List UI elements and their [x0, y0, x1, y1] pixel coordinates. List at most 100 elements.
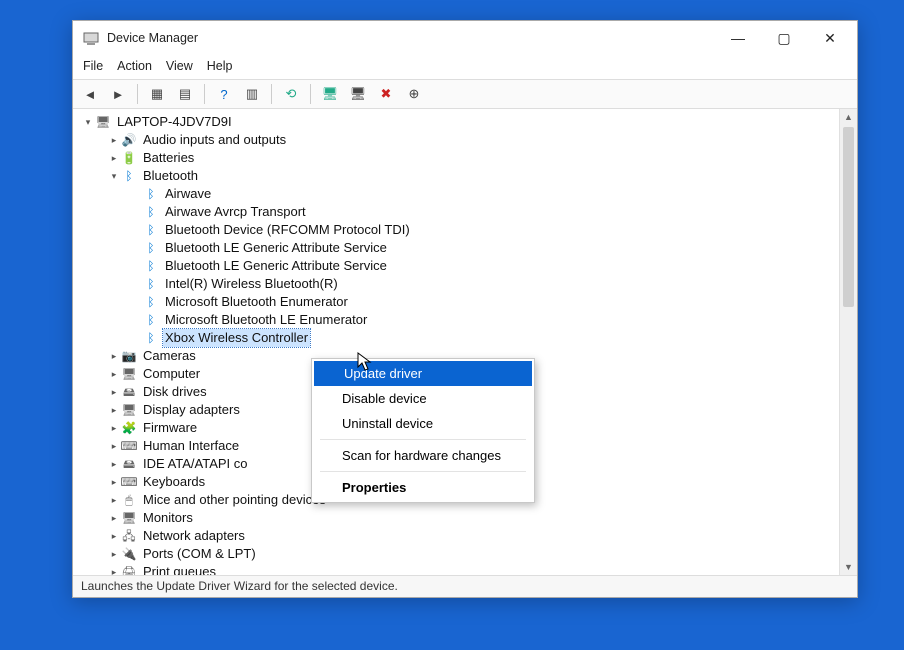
- tree-item-label: Airwave: [163, 185, 213, 203]
- expander-icon[interactable]: ▸: [107, 419, 121, 437]
- expander-icon[interactable]: ▸: [107, 365, 121, 383]
- expander-icon[interactable]: ▸: [107, 563, 121, 575]
- tree-item[interactable]: ᛒBluetooth LE Generic Attribute Service: [77, 239, 839, 257]
- tree-item[interactable]: ᛒXbox Wireless Controller: [77, 329, 839, 347]
- tree-item-label: Display adapters: [141, 401, 242, 419]
- device-icon: ᛒ: [143, 222, 159, 238]
- tree-item-label: Ports (COM & LPT): [141, 545, 258, 563]
- tree-item-label: Firmware: [141, 419, 199, 437]
- tree-item[interactable]: ᛒMicrosoft Bluetooth Enumerator: [77, 293, 839, 311]
- menubar: File Action View Help: [73, 55, 857, 79]
- menu-separator: [320, 471, 526, 472]
- tree-item[interactable]: ᛒBluetooth Device (RFCOMM Protocol TDI): [77, 221, 839, 239]
- expander-icon[interactable]: ▸: [107, 149, 121, 167]
- context-menu: Update driverDisable deviceUninstall dev…: [311, 358, 535, 503]
- tree-item-label: Microsoft Bluetooth LE Enumerator: [163, 311, 369, 329]
- menu-file[interactable]: File: [83, 59, 103, 73]
- tree-item-label: IDE ATA/ATAPI co: [141, 455, 250, 473]
- action-button-1[interactable]: ⟲: [280, 83, 302, 105]
- expander-icon[interactable]: ▾: [107, 167, 121, 185]
- expander-icon[interactable]: ▸: [107, 437, 121, 455]
- properties-button[interactable]: ▤: [174, 83, 196, 105]
- expander-icon[interactable]: ▸: [107, 347, 121, 365]
- tree-item[interactable]: ᛒIntel(R) Wireless Bluetooth(R): [77, 275, 839, 293]
- app-icon: [83, 30, 99, 46]
- tree-item[interactable]: ᛒAirwave Avrcp Transport: [77, 203, 839, 221]
- show-hide-tree-button[interactable]: ▦: [146, 83, 168, 105]
- menu-view[interactable]: View: [166, 59, 193, 73]
- scroll-down-arrow[interactable]: ▼: [840, 559, 857, 575]
- tree-item[interactable]: ▸🔊Audio inputs and outputs: [77, 131, 839, 149]
- expander-icon[interactable]: ▸: [107, 383, 121, 401]
- tree-item[interactable]: ▾ᛒBluetooth: [77, 167, 839, 185]
- uninstall-device-button[interactable]: ✖: [375, 83, 397, 105]
- tree-item[interactable]: ᛒMicrosoft Bluetooth LE Enumerator: [77, 311, 839, 329]
- device-manager-window: Device Manager — ▢ ✕ File Action View He…: [72, 20, 858, 598]
- device-icon: ᛒ: [143, 312, 159, 328]
- back-button[interactable]: ◄: [79, 83, 101, 105]
- device-tree[interactable]: ▾🖥LAPTOP-4JDV7D9I▸🔊Audio inputs and outp…: [73, 109, 839, 575]
- tree-item[interactable]: ᛒAirwave: [77, 185, 839, 203]
- tree-item-label: Network adapters: [141, 527, 247, 545]
- tree-item[interactable]: ▸🔌Ports (COM & LPT): [77, 545, 839, 563]
- view-button[interactable]: ▥: [241, 83, 263, 105]
- tree-item-label: Cameras: [141, 347, 198, 365]
- status-text: Launches the Update Driver Wizard for th…: [81, 579, 398, 593]
- tree-item-label: Keyboards: [141, 473, 207, 491]
- maximize-button[interactable]: ▢: [761, 22, 807, 54]
- toolbar-separator: [137, 84, 138, 104]
- expander-icon[interactable]: ▸: [107, 455, 121, 473]
- vertical-scrollbar[interactable]: ▲ ▼: [839, 109, 857, 575]
- device-icon: 🖨: [121, 564, 137, 575]
- device-icon: 📷: [121, 348, 137, 364]
- expander-icon[interactable]: ▸: [107, 509, 121, 527]
- tree-item-label: Bluetooth: [141, 167, 200, 185]
- tree-item-label: Bluetooth LE Generic Attribute Service: [163, 239, 389, 257]
- expander-icon[interactable]: ▸: [107, 527, 121, 545]
- help-button[interactable]: ?: [213, 83, 235, 105]
- tree-root-label: LAPTOP-4JDV7D9I: [115, 113, 234, 131]
- context-menu-item[interactable]: Properties: [312, 475, 534, 500]
- expander-icon[interactable]: ▾: [81, 113, 95, 131]
- expander-icon[interactable]: ▸: [107, 401, 121, 419]
- device-icon: 🖧: [121, 528, 137, 544]
- tree-item[interactable]: ▸🖥Monitors: [77, 509, 839, 527]
- scroll-thumb[interactable]: [843, 127, 854, 307]
- context-menu-item[interactable]: Disable device: [312, 386, 534, 411]
- expander-icon[interactable]: ▸: [107, 473, 121, 491]
- forward-button[interactable]: ►: [107, 83, 129, 105]
- device-icon: 🖱: [121, 492, 137, 508]
- minimize-button[interactable]: —: [715, 22, 761, 54]
- tree-root[interactable]: ▾🖥LAPTOP-4JDV7D9I: [77, 113, 839, 131]
- disable-device-button[interactable]: 🖥: [347, 83, 369, 105]
- device-icon: 🖥: [121, 402, 137, 418]
- close-button[interactable]: ✕: [807, 22, 853, 54]
- titlebar[interactable]: Device Manager — ▢ ✕: [73, 21, 857, 55]
- expander-icon[interactable]: ▸: [107, 131, 121, 149]
- device-icon: ᛒ: [143, 204, 159, 220]
- menu-action[interactable]: Action: [117, 59, 152, 73]
- device-icon: 🔊: [121, 132, 137, 148]
- tree-item-label: Human Interface: [141, 437, 241, 455]
- tree-item[interactable]: ▸🔋Batteries: [77, 149, 839, 167]
- context-menu-item[interactable]: Uninstall device: [312, 411, 534, 436]
- device-icon: 🖴: [121, 384, 137, 400]
- expander-icon[interactable]: ▸: [107, 491, 121, 509]
- expander-icon[interactable]: ▸: [107, 545, 121, 563]
- tree-item-label: Microsoft Bluetooth Enumerator: [163, 293, 350, 311]
- context-menu-item[interactable]: Update driver: [314, 361, 532, 386]
- tree-item-label: Disk drives: [141, 383, 209, 401]
- tree-item[interactable]: ▸🖧Network adapters: [77, 527, 839, 545]
- update-driver-button[interactable]: 🖥: [319, 83, 341, 105]
- scan-hardware-button[interactable]: ⊕: [403, 83, 425, 105]
- tree-item[interactable]: ᛒBluetooth LE Generic Attribute Service: [77, 257, 839, 275]
- tree-item-label: Monitors: [141, 509, 195, 527]
- tree-item-label: Audio inputs and outputs: [141, 131, 288, 149]
- scroll-up-arrow[interactable]: ▲: [840, 109, 857, 125]
- tree-item[interactable]: ▸🖨Print queues: [77, 563, 839, 575]
- device-icon: ᛒ: [121, 168, 137, 184]
- device-icon: ⌨: [121, 438, 137, 454]
- device-icon: ᛒ: [143, 294, 159, 310]
- menu-help[interactable]: Help: [207, 59, 233, 73]
- context-menu-item[interactable]: Scan for hardware changes: [312, 443, 534, 468]
